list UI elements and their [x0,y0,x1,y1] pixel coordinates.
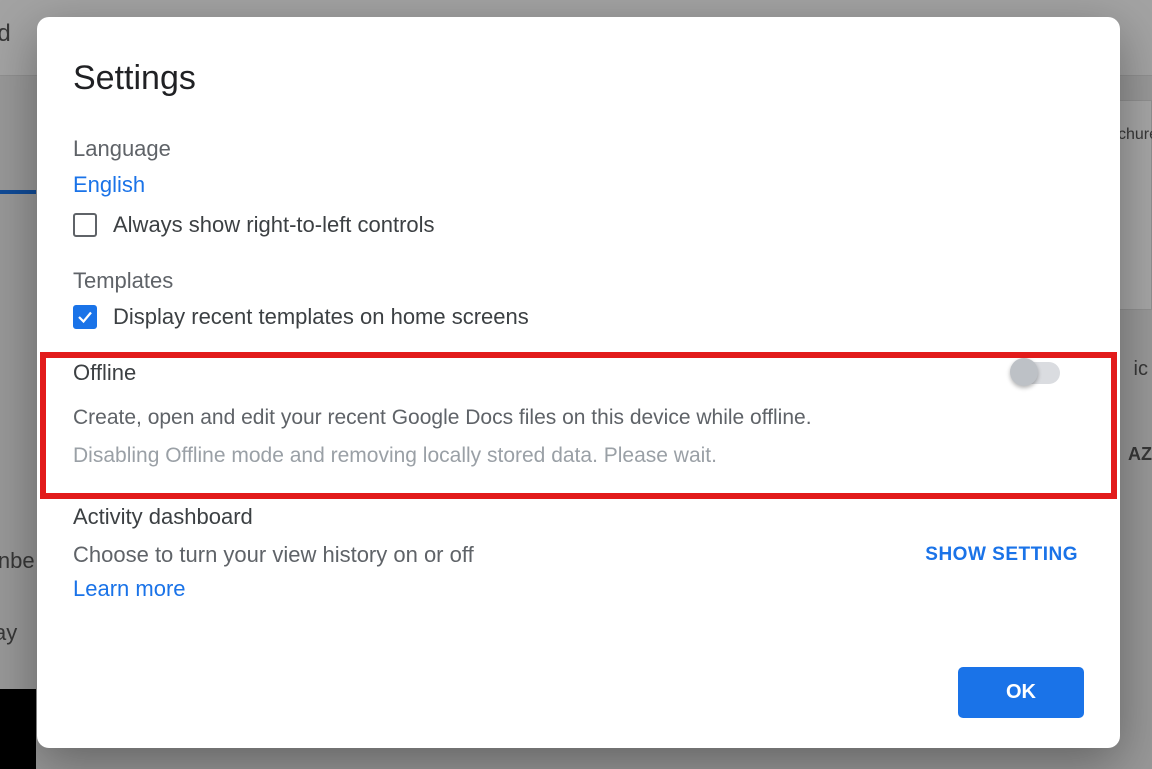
rtl-checkbox[interactable] [73,213,97,237]
learn-more-link[interactable]: Learn more [73,576,186,602]
activity-section: Activity dashboard Choose to turn your v… [73,504,1084,602]
ok-button[interactable]: OK [958,667,1084,718]
language-section: Language English Always show right-to-le… [73,136,1084,238]
language-heading: Language [73,136,1084,162]
show-setting-button[interactable]: SHOW SETTING [925,544,1078,566]
activity-heading: Activity dashboard [73,504,1084,530]
rtl-label: Always show right-to-left controls [113,212,435,238]
dialog-title: Settings [73,59,1084,98]
offline-heading: Offline [73,360,136,386]
templates-heading: Templates [73,268,1084,294]
offline-section: Offline Create, open and edit your recen… [73,360,1084,468]
language-current-link[interactable]: English [73,172,145,197]
settings-dialog: Settings Language English Always show ri… [37,17,1120,748]
dialog-footer: OK [958,667,1084,718]
offline-description: Create, open and edit your recent Google… [73,406,1084,430]
offline-toggle[interactable] [1012,362,1060,384]
display-templates-checkbox[interactable] [73,305,97,329]
offline-status: Disabling Offline mode and removing loca… [73,444,1084,468]
display-templates-label: Display recent templates on home screens [113,304,529,330]
activity-description: Choose to turn your view history on or o… [73,542,474,568]
templates-section: Templates Display recent templates on ho… [73,268,1084,330]
toggle-knob [1010,358,1038,386]
